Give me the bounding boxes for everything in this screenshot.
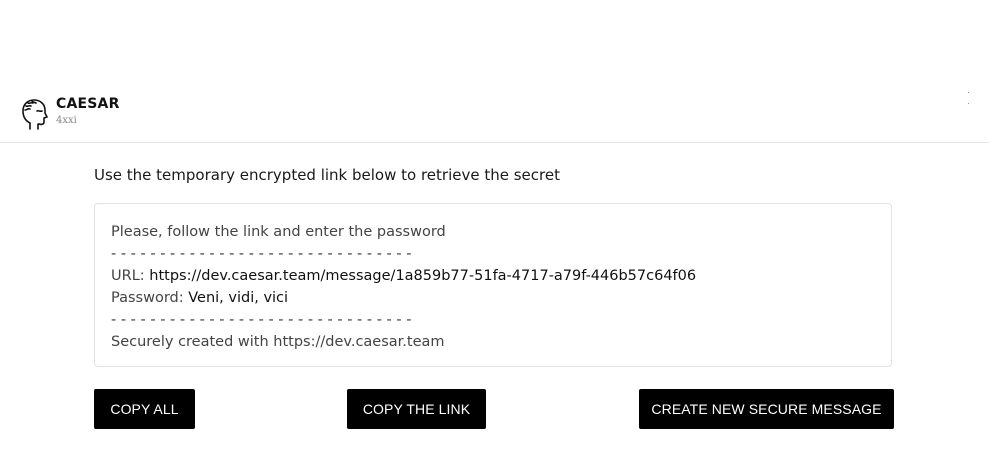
message-password-line: Password: Veni, vidi, vici	[111, 287, 875, 309]
create-new-message-button[interactable]: CREATE NEW SECURE MESSAGE	[639, 389, 894, 429]
copy-link-button[interactable]: COPY THE LINK	[347, 389, 486, 429]
message-divider-bottom: - - - - - - - - - - - - - - - - - - - - …	[111, 312, 412, 328]
message-intro: Please, follow the link and enter the pa…	[111, 224, 446, 240]
message-footer: Securely created with https://dev.caesar…	[111, 334, 445, 350]
instruction-text: Use the temporary encrypted link below t…	[94, 166, 560, 184]
password-label: Password:	[111, 290, 184, 306]
url-value[interactable]: https://dev.caesar.team/message/1a859b77…	[149, 268, 696, 284]
url-label: URL:	[111, 268, 145, 284]
message-url-line: URL: https://dev.caesar.team/message/1a8…	[111, 265, 875, 287]
caesar-head-icon[interactable]	[20, 97, 48, 131]
brand-subtitle: 4xxi	[56, 115, 77, 126]
page: CAESAR 4xxi Use the temporary encrypted …	[0, 0, 997, 461]
password-value: Veni, vidi, vici	[188, 290, 289, 306]
brand-name: CAESAR	[56, 96, 120, 112]
header-edge-marks	[968, 92, 971, 112]
secret-message-box: Please, follow the link and enter the pa…	[94, 203, 892, 367]
message-divider: - - - - - - - - - - - - - - - - - - - - …	[111, 246, 412, 262]
app-header: CAESAR 4xxi	[0, 86, 989, 143]
copy-all-button[interactable]: COPY ALL	[94, 389, 195, 429]
